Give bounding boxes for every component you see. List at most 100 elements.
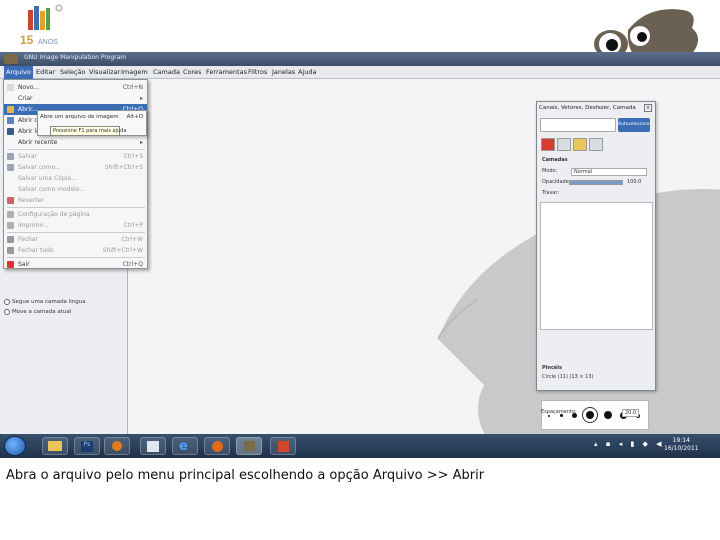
file-menu-label: Salvar uma Cópia... bbox=[18, 175, 77, 182]
file-menu-shortcut: Ctrl+P bbox=[123, 222, 143, 229]
file-menu-label: Reverter bbox=[18, 197, 44, 204]
opacity-slider[interactable] bbox=[569, 180, 623, 185]
taskbar-media-icon[interactable] bbox=[104, 437, 130, 455]
opacity-fill bbox=[570, 181, 622, 184]
menu-separator bbox=[7, 207, 145, 208]
file-menu: Novo...Ctrl+NCriar▸Abrir...Ctrl+OAbrir c… bbox=[3, 79, 148, 269]
quit-icon bbox=[7, 261, 14, 268]
file-menu-shortcut: ▸ bbox=[139, 95, 143, 102]
start-button[interactable] bbox=[4, 436, 26, 456]
file-menu-label: Imprimir... bbox=[18, 222, 49, 229]
file-menu-item[interactable]: Configuração de página bbox=[4, 209, 147, 220]
file-menu-item[interactable]: Criar ▸ bbox=[4, 93, 147, 104]
file-menu-label: Abrir recente bbox=[18, 139, 58, 146]
menu-camada[interactable]: Camada bbox=[151, 68, 182, 76]
menu-arquivo[interactable]: Arquivo bbox=[4, 66, 33, 79]
file-menu-item[interactable]: Salvar uma Cópia... bbox=[4, 173, 147, 184]
menu-cores[interactable]: Cores bbox=[181, 68, 203, 76]
option-radio-2[interactable] bbox=[4, 309, 10, 315]
brush-name: Circle (11) (13 × 13) bbox=[542, 374, 594, 380]
tab-channels[interactable] bbox=[557, 138, 571, 151]
file-menu-item[interactable]: Reverter bbox=[4, 195, 147, 206]
file-menu-label: Fechar tudo bbox=[18, 247, 54, 254]
clock-date: 16/10/2011 bbox=[664, 445, 699, 452]
menu-selecao[interactable]: Seleção bbox=[58, 68, 87, 76]
taskbar-firefox-icon[interactable] bbox=[204, 437, 230, 455]
svg-text:15: 15 bbox=[20, 33, 34, 47]
file-menu-label: Configuração de página bbox=[18, 211, 90, 218]
spacing-value[interactable]: 20.0 bbox=[622, 409, 640, 417]
opacity-label: Opacidade: bbox=[542, 179, 571, 185]
save-icon bbox=[7, 153, 14, 160]
file-menu-item[interactable]: Imprimir... Ctrl+P bbox=[4, 220, 147, 231]
brush-dot-selected[interactable] bbox=[582, 407, 598, 423]
file-menu-item[interactable]: Sair Ctrl+Q bbox=[4, 259, 147, 270]
file-menu-item[interactable]: Salvar Ctrl+S bbox=[4, 151, 147, 162]
option-radio-1[interactable] bbox=[4, 299, 10, 305]
menu-editar[interactable]: Editar bbox=[34, 68, 57, 76]
brush-dot[interactable] bbox=[604, 411, 612, 419]
tab-undo[interactable] bbox=[589, 138, 603, 151]
window-titlebar: GNU Image Manipulation Program bbox=[0, 52, 720, 66]
tab-layers[interactable] bbox=[541, 138, 555, 151]
option-label-2: Move a camada atual bbox=[12, 309, 72, 315]
clock-time: 19:14 bbox=[672, 437, 690, 444]
menu-separator bbox=[7, 149, 145, 150]
lock-label: Travar: bbox=[542, 190, 560, 196]
file-menu-item[interactable]: Abrir recente ▸ bbox=[4, 137, 147, 148]
submenu-shortcut: Alt+O bbox=[126, 114, 143, 120]
file-menu-label: Criar bbox=[18, 95, 33, 102]
taskbar-gimp-icon[interactable] bbox=[236, 437, 262, 455]
file-menu-label: Novo... bbox=[18, 84, 39, 91]
layers-label: Camadas bbox=[542, 157, 568, 163]
file-menu-label: Abrir... bbox=[18, 106, 38, 113]
file-menu-shortcut: ▸ bbox=[139, 139, 143, 146]
taskbar-ie-icon[interactable]: e bbox=[172, 437, 198, 455]
menu-ferramentas[interactable]: Ferramentas bbox=[204, 68, 249, 76]
mode-label: Modo: bbox=[542, 168, 558, 174]
taskbar-photoshop-icon[interactable]: Ps bbox=[74, 437, 100, 455]
tab-paths[interactable] bbox=[573, 138, 587, 151]
menu-imagem[interactable]: Imagem bbox=[119, 68, 150, 76]
gimp-screenshot: GNU Image Manipulation Program Arquivo Ed… bbox=[0, 52, 720, 458]
opacity-value[interactable]: 100.0 bbox=[627, 179, 641, 185]
image-selector[interactable] bbox=[540, 118, 616, 132]
taskbar-powerpoint-icon[interactable] bbox=[270, 437, 296, 455]
file-menu-shortcut: Ctrl+N bbox=[122, 84, 143, 91]
menu-separator bbox=[7, 257, 145, 258]
file-menu-shortcut: Ctrl+Q bbox=[122, 261, 143, 268]
layer-list[interactable] bbox=[540, 202, 653, 330]
file-menu-item[interactable]: Salvar como... Shift+Ctrl+S bbox=[4, 162, 147, 173]
menu-filtros[interactable]: Filtros bbox=[246, 68, 269, 76]
auto-button[interactable]: Autoselecionar bbox=[618, 118, 652, 132]
mode-select[interactable]: Normal bbox=[571, 168, 647, 176]
tooltip: Pressione F1 para mais ajuda bbox=[50, 126, 126, 136]
menu-janelas[interactable]: Janelas bbox=[270, 68, 297, 76]
file-menu-label: Salvar bbox=[18, 153, 37, 160]
menu-visualizar[interactable]: Visualizar bbox=[87, 68, 122, 76]
menu-ajuda[interactable]: Ajuda bbox=[296, 68, 318, 76]
fifteen-years-logo: 15 ANOS bbox=[14, 2, 70, 48]
revert-icon bbox=[7, 197, 14, 204]
file-menu-item[interactable]: Fechar Ctrl+W bbox=[4, 234, 147, 245]
file-menu-label: Salvar como modelo... bbox=[18, 186, 86, 193]
location-icon bbox=[7, 128, 14, 135]
system-tray-icons: ▴ ▪ ◂ ▮ ◆ ◀ bbox=[594, 440, 665, 448]
taskbar-explorer-icon[interactable] bbox=[42, 437, 68, 455]
file-menu-item[interactable]: Novo... Ctrl+N bbox=[4, 82, 147, 93]
layers-dock: Canais, Vetores, Desfazer, Camada × Auto… bbox=[536, 101, 656, 430]
file-menu-item[interactable]: Fechar tudo Shift+Ctrl+W bbox=[4, 245, 147, 256]
open-layers-icon bbox=[7, 117, 14, 124]
close-icon bbox=[7, 236, 14, 243]
print-icon bbox=[7, 222, 14, 229]
file-menu-label: Salvar como... bbox=[18, 164, 61, 171]
save-as-icon bbox=[7, 164, 14, 171]
file-menu-item[interactable]: Salvar como modelo... bbox=[4, 184, 147, 195]
taskbar-clock[interactable]: 19:14 16/10/2011 bbox=[664, 437, 699, 453]
brush-dot[interactable] bbox=[548, 415, 550, 417]
dock-close-icon[interactable]: × bbox=[644, 104, 652, 112]
taskbar-window-icon[interactable] bbox=[140, 437, 166, 455]
file-menu-shortcut: Shift+Ctrl+W bbox=[102, 247, 143, 254]
menubar: Arquivo Editar Seleção Visualizar Imagem Cama… bbox=[0, 66, 720, 79]
submenu-line1[interactable]: Abre um arquivo de imagem bbox=[40, 114, 119, 120]
